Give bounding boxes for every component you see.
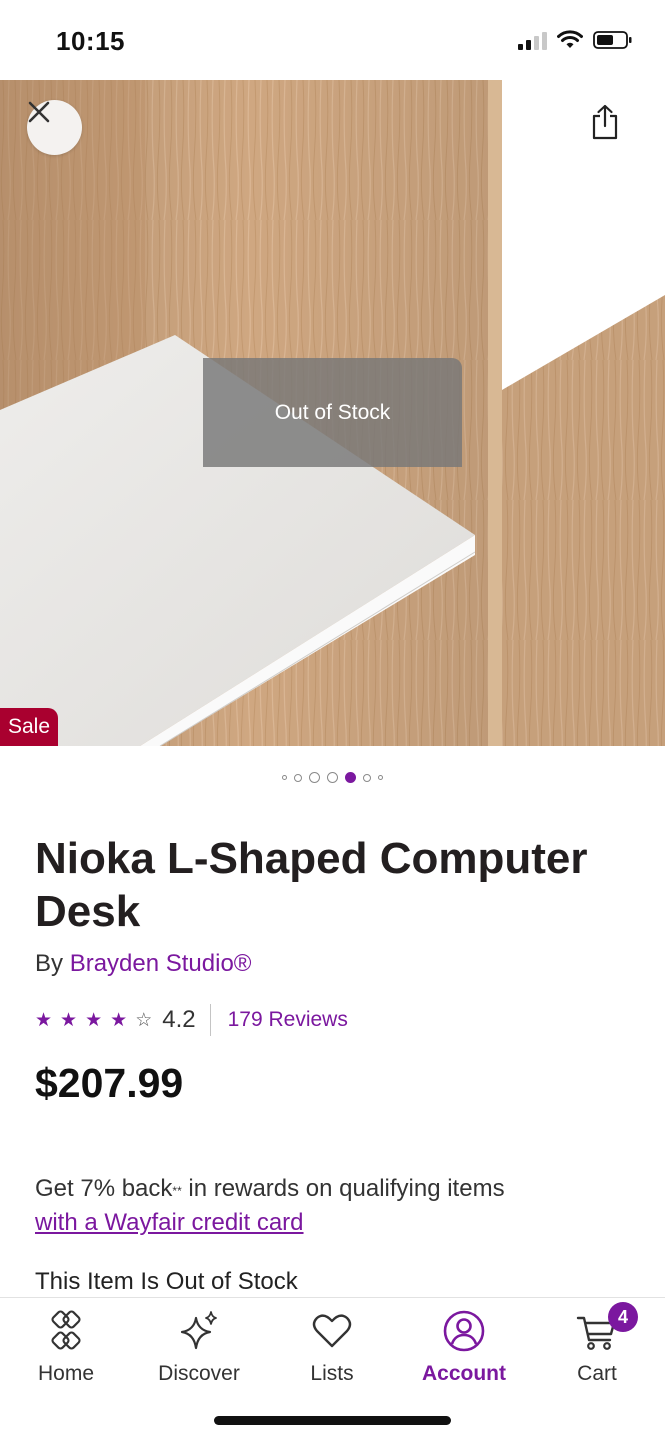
battery-icon <box>593 31 632 49</box>
sparkle-icon <box>176 1308 222 1354</box>
star-icon: ★ <box>85 1009 103 1031</box>
account-icon <box>441 1308 487 1354</box>
share-button[interactable] <box>591 104 627 144</box>
carousel-dot[interactable] <box>309 772 320 783</box>
rewards-lead: Get 7% back <box>35 1175 173 1202</box>
carousel-dot[interactable] <box>282 775 287 780</box>
star-icon: ★ <box>60 1009 78 1031</box>
by-label: By <box>35 950 64 977</box>
nav-account-label: Account <box>422 1362 506 1385</box>
signal-icon <box>518 30 547 50</box>
nav-home-label: Home <box>37 1362 95 1385</box>
brand-line: By Brayden Studio® <box>35 950 251 978</box>
close-button[interactable] <box>27 100 82 155</box>
nav-home[interactable]: Home <box>6 1308 126 1386</box>
nav-discover[interactable]: Discover <box>139 1308 259 1386</box>
nav-account[interactable]: Account <box>404 1308 524 1386</box>
share-icon <box>592 104 618 140</box>
rating-row[interactable]: ★ ★ ★ ★ ☆ 4.2 179 Reviews <box>35 1003 348 1037</box>
status-time: 10:15 <box>56 26 125 56</box>
rewards-suffix: in rewards on qualifying items <box>181 1175 505 1202</box>
carousel-dot[interactable] <box>327 772 338 783</box>
cart-count-badge: 4 <box>608 1302 638 1332</box>
nav-discover-label: Discover <box>158 1362 240 1385</box>
carousel-dot[interactable] <box>294 773 302 782</box>
cart-icon: 4 <box>574 1302 638 1354</box>
product-title: Nioka L-Shaped Computer Desk <box>35 834 588 936</box>
product-image[interactable]: Out of Stock <box>0 80 665 746</box>
carousel-dot[interactable] <box>363 773 371 782</box>
reviews-link[interactable]: 179 Reviews <box>228 1008 348 1032</box>
status-bar: 10:15 <box>0 0 665 80</box>
rating-value: 4.2 <box>162 1006 196 1033</box>
nav-cart[interactable]: 4 Cart <box>537 1302 657 1386</box>
star-rating: ★ ★ ★ ★ ☆ <box>35 1011 152 1030</box>
home-indicator[interactable] <box>214 1416 451 1425</box>
close-icon <box>28 101 50 123</box>
home-icon <box>43 1308 89 1354</box>
rewards-footnote-mark: ** <box>172 1184 182 1198</box>
sale-badge: Sale <box>0 708 59 746</box>
carousel-dot-active[interactable] <box>345 772 356 783</box>
rewards-text: Get 7% back** in rewards on qualifying i… <box>35 1172 635 1240</box>
star-icon: ★ <box>35 1009 53 1031</box>
star-empty-icon: ☆ <box>135 1009 153 1031</box>
status-icons <box>518 30 633 50</box>
divider <box>209 1004 211 1036</box>
heart-icon <box>309 1308 355 1354</box>
nav-lists[interactable]: Lists <box>272 1308 392 1386</box>
brand-link[interactable]: Brayden Studio® <box>70 950 252 977</box>
wifi-icon <box>557 30 583 48</box>
credit-card-link[interactable]: with a Wayfair credit card <box>35 1209 304 1236</box>
nav-cart-label: Cart <box>577 1362 617 1385</box>
stock-status: This Item Is Out of Stock <box>35 1268 298 1295</box>
carousel-dot[interactable] <box>378 775 383 780</box>
out-of-stock-overlay: Out of Stock <box>203 358 462 467</box>
product-price: $207.99 <box>35 1060 184 1106</box>
carousel-dots[interactable] <box>0 772 665 783</box>
nav-lists-label: Lists <box>310 1362 354 1385</box>
star-icon: ★ <box>110 1009 128 1031</box>
